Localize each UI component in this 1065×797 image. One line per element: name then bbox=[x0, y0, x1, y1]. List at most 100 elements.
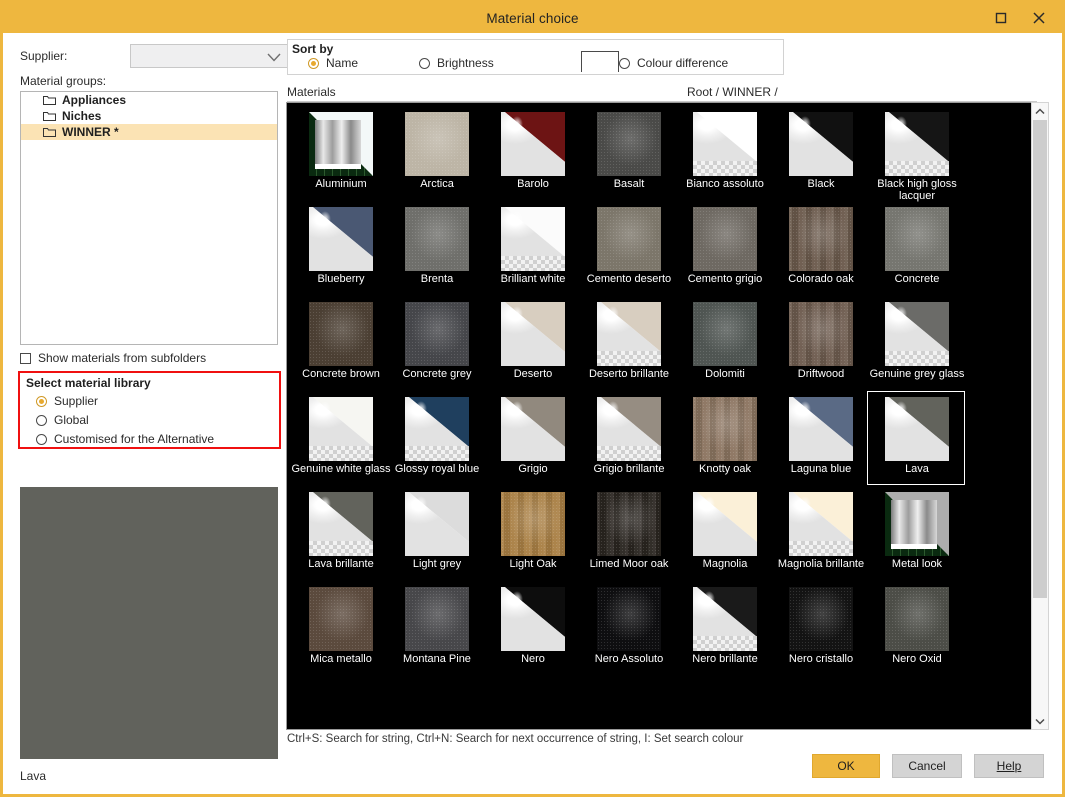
material-thumbnail bbox=[501, 207, 565, 271]
tree-item-niches[interactable]: Niches bbox=[21, 108, 277, 124]
library-option-supplier[interactable]: Supplier bbox=[36, 394, 98, 408]
material-label: Light grey bbox=[385, 558, 489, 570]
colour-difference-input[interactable] bbox=[581, 51, 619, 72]
title-bar: Material choice bbox=[3, 3, 1062, 33]
material-tile[interactable]: Brilliant white bbox=[485, 204, 581, 299]
scroll-down-icon[interactable] bbox=[1032, 713, 1048, 729]
material-tile[interactable]: Light Oak bbox=[485, 489, 581, 584]
select-material-library-group: Select material library Supplier Global … bbox=[18, 371, 281, 449]
material-tile[interactable]: Metal look bbox=[869, 489, 965, 584]
material-tile[interactable]: Concrete brown bbox=[293, 299, 389, 394]
material-label: Brenta bbox=[385, 273, 489, 285]
material-tile[interactable]: Grigio brillante bbox=[581, 394, 677, 489]
radio-icon[interactable] bbox=[619, 58, 630, 69]
material-tile[interactable]: Arctica bbox=[389, 109, 485, 204]
material-thumbnail bbox=[693, 302, 757, 366]
radio-icon[interactable] bbox=[308, 58, 319, 69]
material-label: Nero cristallo bbox=[769, 653, 873, 665]
tree-item-appliances[interactable]: Appliances bbox=[21, 92, 277, 108]
material-tile[interactable]: Genuine grey glass bbox=[869, 299, 965, 394]
folder-icon bbox=[43, 95, 56, 105]
material-tile[interactable]: Lava bbox=[869, 394, 965, 489]
material-tile[interactable]: Grigio bbox=[485, 394, 581, 489]
material-label: Laguna blue bbox=[769, 463, 873, 475]
keyboard-hint: Ctrl+S: Search for string, Ctrl+N: Searc… bbox=[287, 733, 743, 745]
material-tile[interactable]: Magnolia bbox=[677, 489, 773, 584]
material-tile[interactable]: Black bbox=[773, 109, 869, 204]
radio-icon[interactable] bbox=[419, 58, 430, 69]
library-group-title: Select material library bbox=[26, 376, 151, 390]
material-tile[interactable]: Brenta bbox=[389, 204, 485, 299]
material-label: Grigio brillante bbox=[577, 463, 681, 475]
material-tile[interactable]: Colorado oak bbox=[773, 204, 869, 299]
sort-by-group: Sort by Name Brightness Colour differenc… bbox=[287, 39, 784, 75]
material-tile[interactable]: Aluminium bbox=[293, 109, 389, 204]
material-tile[interactable]: Nero cristallo bbox=[773, 584, 869, 679]
material-tile[interactable]: Lava brillante bbox=[293, 489, 389, 584]
selected-material-name: Lava bbox=[20, 769, 46, 783]
material-tile[interactable]: Blueberry bbox=[293, 204, 389, 299]
sort-option-colour-difference[interactable]: Colour difference bbox=[619, 56, 728, 70]
material-tile[interactable]: Cemento deserto bbox=[581, 204, 677, 299]
show-subfolders-row[interactable]: Show materials from subfolders bbox=[20, 351, 206, 365]
material-tile[interactable]: Concrete grey bbox=[389, 299, 485, 394]
material-label: Genuine grey glass bbox=[865, 368, 969, 380]
material-tile[interactable]: Light grey bbox=[389, 489, 485, 584]
scrollbar-thumb[interactable] bbox=[1033, 120, 1047, 598]
maximize-icon[interactable] bbox=[982, 3, 1020, 33]
material-groups-tree[interactable]: Appliances Niches WINNER * bbox=[20, 91, 278, 345]
sort-option-brightness[interactable]: Brightness bbox=[419, 56, 494, 70]
material-tile[interactable]: Glossy royal blue bbox=[389, 394, 485, 489]
material-tile[interactable]: Nero Assoluto bbox=[581, 584, 677, 679]
ok-button[interactable]: OK bbox=[812, 754, 880, 778]
material-tile[interactable]: Black high gloss lacquer bbox=[869, 109, 965, 204]
material-tile[interactable]: Mica metallo bbox=[293, 584, 389, 679]
materials-grid-panel[interactable]: AluminiumArcticaBaroloBasaltBianco assol… bbox=[286, 102, 1038, 730]
supplier-dropdown[interactable] bbox=[130, 44, 290, 68]
close-icon[interactable] bbox=[1020, 3, 1058, 33]
material-tile[interactable]: Magnolia brillante bbox=[773, 489, 869, 584]
material-preview bbox=[20, 487, 278, 759]
scroll-up-icon[interactable] bbox=[1032, 103, 1048, 119]
tree-item-label: WINNER * bbox=[62, 125, 119, 139]
library-option-label: Customised for the Alternative bbox=[54, 432, 214, 446]
material-tile[interactable]: Genuine white glass bbox=[293, 394, 389, 489]
help-button[interactable]: Help bbox=[974, 754, 1044, 778]
material-tile[interactable]: Nero brillante bbox=[677, 584, 773, 679]
library-option-customised[interactable]: Customised for the Alternative bbox=[36, 432, 214, 446]
material-tile[interactable]: Montana Pine bbox=[389, 584, 485, 679]
sort-option-name[interactable]: Name bbox=[308, 56, 358, 70]
radio-icon[interactable] bbox=[36, 396, 47, 407]
material-tile[interactable]: Dolomiti bbox=[677, 299, 773, 394]
material-label: Blueberry bbox=[289, 273, 393, 285]
material-thumbnail bbox=[693, 587, 757, 651]
material-tile[interactable]: Limed Moor oak bbox=[581, 489, 677, 584]
material-thumbnail bbox=[597, 207, 661, 271]
materials-scrollbar[interactable] bbox=[1031, 102, 1049, 730]
material-tile[interactable]: Deserto brillante bbox=[581, 299, 677, 394]
material-tile[interactable]: Laguna blue bbox=[773, 394, 869, 489]
material-label: Magnolia bbox=[673, 558, 777, 570]
material-tile[interactable]: Nero Oxid bbox=[869, 584, 965, 679]
material-tile[interactable]: Barolo bbox=[485, 109, 581, 204]
material-tile[interactable]: Bianco assoluto bbox=[677, 109, 773, 204]
material-thumbnail bbox=[501, 492, 565, 556]
material-label: Barolo bbox=[481, 178, 585, 190]
material-tile[interactable]: Deserto bbox=[485, 299, 581, 394]
material-thumbnail bbox=[789, 587, 853, 651]
cancel-button[interactable]: Cancel bbox=[892, 754, 962, 778]
library-option-global[interactable]: Global bbox=[36, 413, 89, 427]
radio-icon[interactable] bbox=[36, 415, 47, 426]
material-tile[interactable]: Concrete bbox=[869, 204, 965, 299]
radio-icon[interactable] bbox=[36, 434, 47, 445]
material-label: Lava brillante bbox=[289, 558, 393, 570]
material-tile[interactable]: Cemento grigio bbox=[677, 204, 773, 299]
material-label: Nero Assoluto bbox=[577, 653, 681, 665]
show-subfolders-checkbox[interactable] bbox=[20, 353, 31, 364]
material-tile[interactable]: Driftwood bbox=[773, 299, 869, 394]
material-tile[interactable]: Knotty oak bbox=[677, 394, 773, 489]
chevron-down-icon bbox=[267, 51, 281, 65]
tree-item-winner[interactable]: WINNER * bbox=[21, 124, 277, 140]
material-tile[interactable]: Nero bbox=[485, 584, 581, 679]
material-tile[interactable]: Basalt bbox=[581, 109, 677, 204]
